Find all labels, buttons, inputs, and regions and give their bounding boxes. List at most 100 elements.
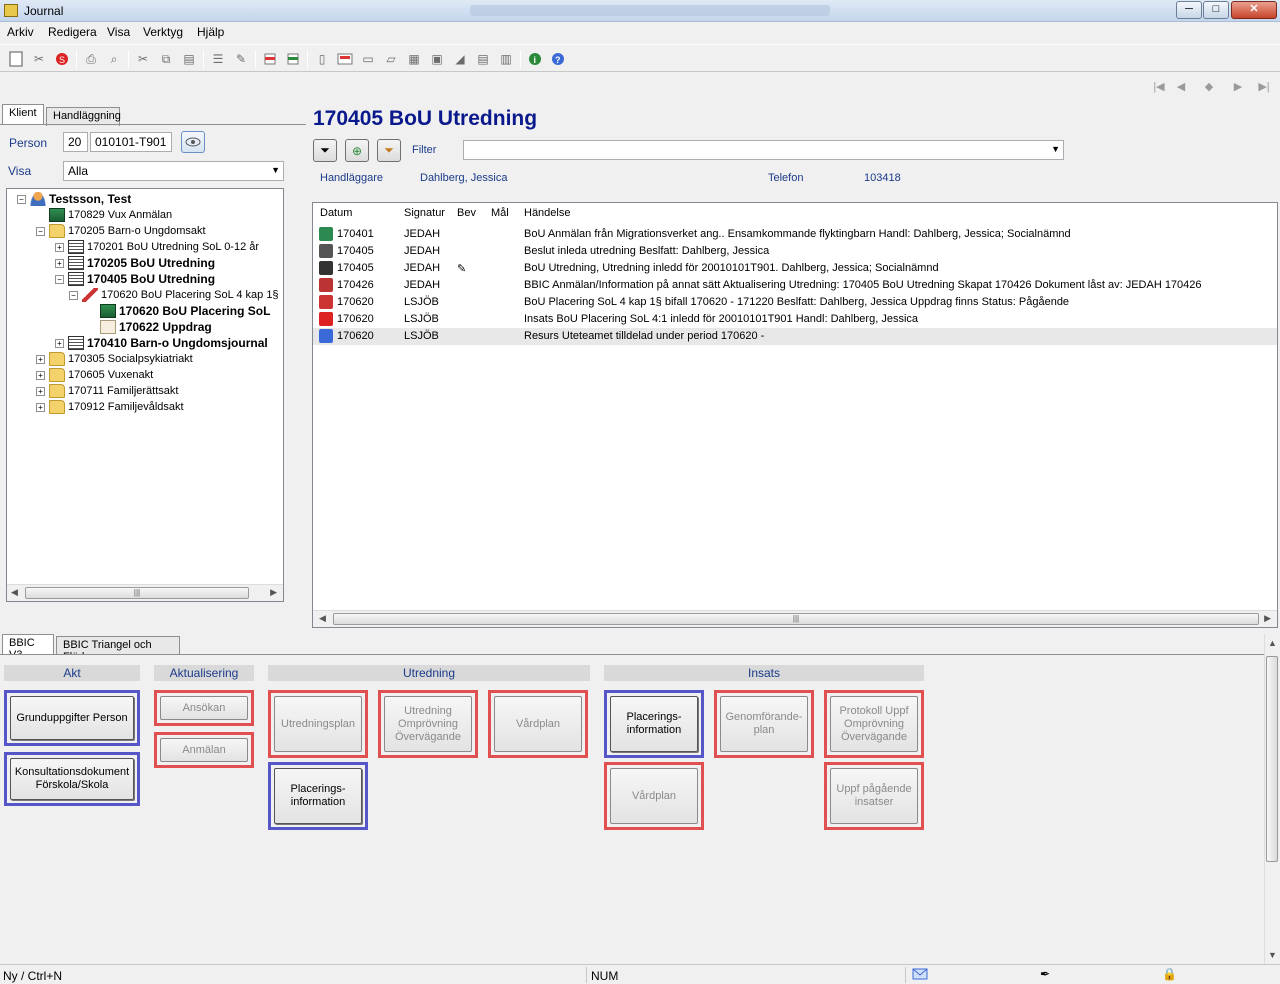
tree-expander[interactable]: +	[36, 355, 45, 364]
person-search-button[interactable]	[181, 131, 205, 153]
previous-record-button[interactable]: ◀	[1171, 80, 1191, 96]
table-row[interactable]: 170401 JEDAH BoU Anmälan från Migrationsve…	[313, 226, 1277, 243]
grid-horizontal-scrollbar[interactable]: ◀ ||| ▶	[313, 610, 1277, 627]
bbic-vertical-scrollbar[interactable]: ▲ ▼	[1264, 634, 1280, 964]
tree-expander[interactable]: +	[55, 339, 64, 348]
export-icon[interactable]	[261, 50, 279, 68]
bbic-card[interactable]: Vårdplan	[604, 762, 704, 830]
copy-icon[interactable]: ⧉	[157, 50, 175, 68]
new-icon[interactable]	[7, 50, 25, 68]
first-record-button[interactable]: |◀	[1149, 80, 1169, 96]
bbic-card[interactable]: Placerings- information	[268, 762, 368, 830]
tree-node[interactable]: 170620 BoU Placering SoL	[100, 303, 270, 319]
column-header-handelse[interactable]: Händelse	[524, 207, 570, 219]
table-row[interactable]: 170405 JEDAH Beslut inleda utredning Beslf…	[313, 243, 1277, 260]
triangle-icon[interactable]: ◢	[451, 50, 469, 68]
tab-bbic-v3[interactable]: BBIC V3	[2, 634, 54, 661]
bbic-card[interactable]: Ansökan	[154, 690, 254, 726]
tree-node[interactable]: Testsson, Test	[30, 191, 131, 207]
help-icon[interactable]: ?	[549, 50, 567, 68]
bbic-card[interactable]: Uppf pågående insatser	[824, 762, 924, 830]
tree-expander[interactable]: −	[17, 195, 26, 204]
layers-icon[interactable]: ▱	[382, 50, 400, 68]
edit-icon[interactable]: ✎	[232, 50, 250, 68]
paste-icon[interactable]: ▤	[180, 50, 198, 68]
tab-bbic-triangel[interactable]: BBIC Triangel och Flöde	[56, 636, 180, 663]
stop-icon[interactable]: S	[53, 50, 71, 68]
note-icon[interactable]	[336, 50, 354, 68]
bbic-card[interactable]: Utredning Omprövning Övervägande	[378, 690, 478, 758]
cut-doc-icon[interactable]: ✂	[30, 50, 48, 68]
tree-expander[interactable]: +	[36, 371, 45, 380]
tree-node[interactable]: 170405 BoU Utredning	[68, 271, 215, 287]
maximize-button[interactable]: □	[1203, 1, 1229, 19]
chart-icon[interactable]: ▥	[497, 50, 515, 68]
minimize-button[interactable]: ─	[1176, 1, 1202, 19]
tree-horizontal-scrollbar[interactable]: ◀ ||| ▶	[7, 584, 283, 601]
menu-verktyg[interactable]: Verktyg	[143, 25, 183, 39]
table-icon[interactable]: ▤	[474, 50, 492, 68]
mail-icon[interactable]	[912, 968, 928, 983]
print-icon[interactable]: ⎙	[82, 50, 100, 68]
bbic-card[interactable]: Placerings- information	[604, 690, 704, 758]
tree-expander[interactable]: −	[69, 291, 78, 300]
tree-expander[interactable]: −	[55, 275, 64, 284]
column-header-signatur[interactable]: Signatur	[404, 207, 445, 219]
current-record-button[interactable]: ◆	[1199, 80, 1219, 96]
tree-node[interactable]: 170205 Barn-o Ungdomsakt	[49, 223, 206, 239]
filter-edit-button[interactable]: ⏷	[377, 139, 401, 162]
bbic-card[interactable]: Grunduppgifter Person	[4, 690, 140, 746]
page-icon[interactable]: ▯	[313, 50, 331, 68]
table-row[interactable]: 170426 JEDAH BBIC Anmälan/Information på a…	[313, 277, 1277, 294]
menu-visa[interactable]: Visa	[107, 25, 130, 39]
filter-add-button[interactable]: ⊕	[345, 139, 369, 162]
bbic-card[interactable]: Konsultationsdokument Förskola/Skola	[4, 752, 140, 806]
scissors-icon[interactable]: ✂	[134, 50, 152, 68]
bbic-card[interactable]: Anmälan	[154, 732, 254, 768]
table-row[interactable]: 170620 LSJÖB Resurs Uteteamet tilldelad un…	[313, 328, 1277, 345]
tree-expander[interactable]: +	[36, 403, 45, 412]
next-record-button[interactable]: ▶	[1228, 80, 1248, 96]
tree-node[interactable]: 170305 Socialpsykiatriakt	[49, 351, 193, 367]
column-header-mal[interactable]: Mål	[491, 207, 509, 219]
tree-node[interactable]: 170829 Vux Anmälan	[49, 207, 172, 223]
tab-klient[interactable]: Klient	[2, 104, 44, 125]
bbic-card[interactable]: Utredningsplan	[268, 690, 368, 758]
grid-icon[interactable]: ▦	[405, 50, 423, 68]
info-icon[interactable]: i	[526, 50, 544, 68]
tree-node[interactable]: 170711 Familjerättsakt	[49, 383, 178, 399]
filter-clear-button[interactable]: ⏷	[313, 139, 337, 162]
menu-redigera[interactable]: Redigera	[48, 25, 97, 39]
image-icon[interactable]: ▣	[428, 50, 446, 68]
tree-node[interactable]: 170410 Barn-o Ungdomsjournal	[68, 335, 268, 351]
person-number-field[interactable]: 010101-T901	[90, 132, 172, 152]
tree-expander[interactable]: −	[36, 227, 45, 236]
bbic-card[interactable]: Vårdplan	[488, 690, 588, 758]
tree-node[interactable]: 170605 Vuxenakt	[49, 367, 153, 383]
tree-node[interactable]: 170201 BoU Utredning SoL 0-12 år	[68, 239, 259, 255]
tree-expander[interactable]: +	[55, 259, 64, 268]
tree-expander[interactable]: +	[55, 243, 64, 252]
list-icon[interactable]: ☰	[209, 50, 227, 68]
tree-expander[interactable]: +	[36, 387, 45, 396]
close-button[interactable]: ✕	[1231, 1, 1277, 19]
table-row[interactable]: 170620 LSJÖB Insats BoU Placering SoL 4:1 …	[313, 311, 1277, 328]
last-record-button[interactable]: ▶|	[1254, 80, 1274, 96]
column-header-bev[interactable]: Bev	[457, 207, 476, 219]
menu-arkiv[interactable]: Arkiv	[7, 25, 34, 39]
person-century-field[interactable]: 20	[63, 132, 88, 152]
bbic-card[interactable]: Protokoll Uppf Omprövning Övervägande	[824, 690, 924, 758]
tree-node[interactable]: 170912 Familjevåldsakt	[49, 399, 184, 415]
import-icon[interactable]	[284, 50, 302, 68]
column-header-datum[interactable]: Datum	[320, 207, 352, 219]
table-row[interactable]: 170405 JEDAH ✎ BoU Utredning, Utredning inl…	[313, 260, 1277, 277]
tree-node[interactable]: 170205 BoU Utredning	[68, 255, 215, 271]
tree-node[interactable]: 170620 BoU Placering SoL 4 kap 1§	[82, 287, 279, 303]
stack-icon[interactable]: ▭	[359, 50, 377, 68]
menu-hjalp[interactable]: Hjälp	[197, 25, 224, 39]
find-icon[interactable]: ⌕	[105, 50, 123, 68]
filter-dropdown[interactable]: ▼	[463, 140, 1064, 160]
tree-node[interactable]: 170622 Uppdrag	[100, 319, 212, 335]
table-row[interactable]: 170620 LSJÖB BoU Placering SoL 4 kap 1§ bi…	[313, 294, 1277, 311]
bbic-card[interactable]: Genomförande- plan	[714, 690, 814, 758]
